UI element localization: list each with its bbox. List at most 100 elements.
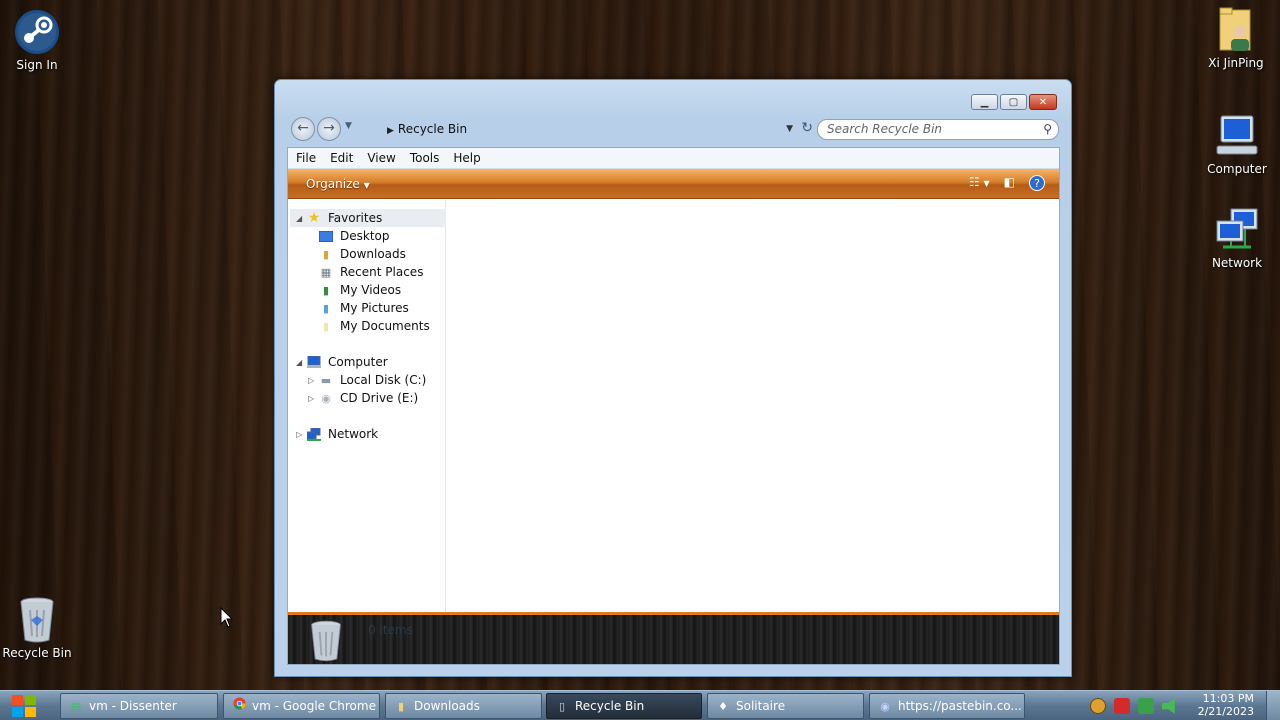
desktop-icon-recycle-bin[interactable]: Recycle Bin — [0, 596, 77, 660]
folder-icon: ▮ — [397, 700, 405, 713]
tree-label: CD Drive (E:) — [340, 391, 419, 405]
search-placeholder: Search Recycle Bin — [827, 122, 943, 136]
show-desktop-button[interactable] — [1266, 691, 1280, 720]
tree-label: My Documents — [340, 319, 430, 333]
navigation-pane: ◢ ★ Favorites Desktop ▮ Downloads ▦ Rece… — [288, 200, 446, 614]
organize-chevron-icon: ▼ — [363, 180, 370, 190]
menu-edit[interactable]: Edit — [330, 151, 353, 165]
taskbar-item-pastebin[interactable]: ◉ https://pastebin.co... — [869, 693, 1025, 719]
desktop-icon-network[interactable]: Network — [1197, 206, 1277, 270]
tree-item-cd-drive[interactable]: ▷ ◉ CD Drive (E:) — [308, 389, 418, 407]
breadcrumb-recycle-bin[interactable]: Recycle Bin — [398, 122, 467, 136]
change-view-icon[interactable]: ☷ ▼ — [969, 175, 990, 191]
user-folder-icon — [1212, 6, 1260, 54]
hard-disk-icon: ▬ — [320, 373, 332, 387]
collapse-icon[interactable]: ◢ — [296, 214, 306, 223]
recycle-bin-icon — [308, 619, 344, 666]
recent-places-icon: ▦ — [320, 265, 332, 279]
network-tray-icon[interactable] — [1138, 698, 1154, 714]
taskbar: ▤ vm - Dissenter vm - Google Chrome ▮ Down… — [0, 690, 1280, 720]
start-button[interactable] — [6, 692, 46, 720]
details-pane: 0 items — [288, 612, 1059, 664]
desktop-icon-label: Sign In — [16, 58, 58, 72]
desktop-icon-xi-jinping[interactable]: Xi JinPing — [1196, 6, 1276, 70]
action-center-flag-icon[interactable] — [1114, 698, 1130, 714]
forward-button[interactable]: → — [317, 117, 341, 141]
documents-icon: ▮ — [322, 319, 330, 333]
address-bar[interactable]: ▶ Recycle Bin ▼ ↻ — [371, 117, 813, 140]
tree-label: My Pictures — [340, 301, 409, 315]
organize-button[interactable]: Organize ▼ — [306, 177, 370, 191]
preview-pane-icon[interactable]: ◧ — [1004, 175, 1015, 191]
organize-label: Organize — [306, 176, 360, 191]
explorer-window: ▁ ▢ ✕ ← → ▼ ▶ Recycle Bin ▼ ↻ Search Recy… — [274, 79, 1072, 677]
tree-item-downloads[interactable]: ▮ Downloads — [318, 245, 406, 263]
desktop-icon-computer[interactable]: Computer — [1197, 112, 1277, 176]
menu-file[interactable]: File — [296, 151, 316, 165]
taskbar-item-solitaire[interactable]: ♦ Solitaire — [707, 693, 864, 719]
solitaire-icon: ♦ — [718, 700, 728, 713]
taskbar-item-chrome[interactable]: vm - Google Chrome — [223, 693, 380, 719]
tree-label: Favorites — [328, 211, 383, 225]
tree-item-local-disk[interactable]: ▷ ▬ Local Disk (C:) — [308, 371, 426, 389]
tree-item-recent-places[interactable]: ▦ Recent Places — [318, 263, 424, 281]
search-icon[interactable]: ⚲ — [1043, 120, 1052, 139]
menu-tools[interactable]: Tools — [410, 151, 440, 165]
tree-network[interactable]: ▷ Network — [296, 425, 378, 443]
address-dropdown-icon[interactable]: ▼ — [786, 118, 793, 140]
tree-label: My Videos — [340, 283, 402, 297]
maximize-button[interactable]: ▢ — [1000, 94, 1027, 110]
clock[interactable]: 11:03 PM 2/21/2023 — [1198, 692, 1254, 718]
desktop-icon-label: Network — [1211, 256, 1263, 270]
pictures-icon: ▮ — [322, 301, 330, 315]
file-list-area[interactable] — [446, 200, 1059, 614]
help-icon[interactable]: ? — [1029, 175, 1045, 191]
breadcrumb-arrow-icon[interactable]: ▶ — [387, 126, 394, 136]
tree-label: Network — [328, 427, 379, 441]
taskbar-item-dissenter[interactable]: ▤ vm - Dissenter — [60, 693, 218, 719]
command-bar: Organize ▼ ☷ ▼ ◧ ? — [288, 169, 1059, 199]
clock-date: 2/21/2023 — [1197, 705, 1254, 718]
minimize-button[interactable]: ▁ — [971, 94, 998, 110]
back-button[interactable]: ← — [291, 117, 315, 141]
dissenter-icon: ▤ — [70, 700, 82, 713]
task-label: Downloads — [414, 699, 480, 713]
task-label: Recycle Bin — [575, 699, 645, 713]
chrome-icon — [232, 695, 246, 718]
caption-buttons: ▁ ▢ ✕ — [971, 94, 1057, 110]
recycle-bin-icon — [13, 596, 61, 644]
mouse-cursor-icon — [220, 606, 234, 632]
tree-label: Desktop — [340, 229, 390, 243]
menu-help[interactable]: Help — [453, 151, 480, 165]
task-label: Solitaire — [736, 699, 786, 713]
system-tray: 11:03 PM 2/21/2023 — [1080, 691, 1280, 720]
volume-icon[interactable] — [1162, 698, 1175, 714]
tree-label: Recent Places — [340, 265, 424, 279]
search-input[interactable]: Search Recycle Bin ⚲ — [817, 119, 1059, 140]
tree-item-my-videos[interactable]: ▮ My Videos — [318, 281, 401, 299]
expand-icon[interactable]: ▷ — [308, 394, 318, 403]
tray-expand-icon[interactable] — [1090, 698, 1106, 714]
expand-icon[interactable]: ▷ — [296, 430, 306, 439]
menu-view[interactable]: View — [367, 151, 395, 165]
collapse-icon[interactable]: ◢ — [296, 358, 306, 367]
computer-icon — [306, 355, 322, 369]
tree-favorites[interactable]: ◢ ★ Favorites — [290, 209, 446, 227]
tree-item-my-pictures[interactable]: ▮ My Pictures — [318, 299, 409, 317]
task-label: vm - Dissenter — [89, 699, 177, 713]
network-icon — [306, 427, 322, 441]
command-tools: ☷ ▼ ◧ ? — [969, 175, 1045, 191]
close-button[interactable]: ✕ — [1029, 94, 1057, 110]
discord-icon: ◉ — [880, 700, 890, 713]
steam-icon — [13, 8, 61, 56]
tree-computer[interactable]: ◢ Computer — [296, 353, 388, 371]
tree-item-my-documents[interactable]: ▮ My Documents — [318, 317, 430, 335]
taskbar-item-downloads[interactable]: ▮ Downloads — [385, 693, 542, 719]
desktop-icon-sign-in[interactable]: Sign In — [0, 8, 77, 72]
taskbar-item-recycle-bin[interactable]: ▯ Recycle Bin — [546, 693, 702, 719]
expand-icon[interactable]: ▷ — [308, 376, 318, 385]
tree-item-desktop[interactable]: Desktop — [318, 227, 390, 245]
recent-pages-chevron-icon[interactable]: ▼ — [345, 121, 352, 131]
videos-icon: ▮ — [322, 283, 330, 297]
refresh-icon[interactable]: ↻ — [801, 117, 813, 139]
